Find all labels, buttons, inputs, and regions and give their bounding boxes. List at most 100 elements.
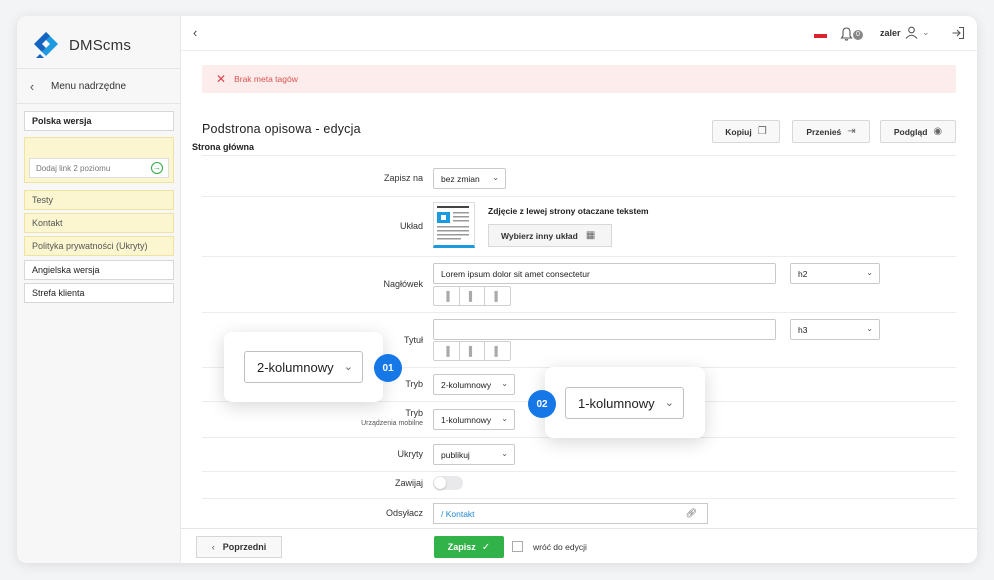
divider — [202, 155, 956, 156]
add-link-input[interactable]: Dodaj link 2 poziomu → — [29, 158, 169, 178]
check-circle-icon: ✓ — [481, 541, 491, 553]
return-to-edit-checkbox[interactable] — [512, 541, 523, 552]
mode-select[interactable]: 2-kolumnowy ⌄ — [433, 374, 515, 395]
redirect-value: / Kontakt — [441, 508, 475, 519]
save-as-value: bez zmian — [441, 173, 480, 184]
error-alert: ✕ Brak meta tagów — [202, 65, 956, 93]
layout-preview-icon — [437, 206, 469, 240]
eye-icon: ◉ — [933, 126, 943, 137]
mobile-mode-callout-value: 1-kolumnowy — [578, 395, 655, 411]
move-button-label: Przenieś — [806, 126, 842, 137]
move-button[interactable]: Przenieś ⇥ — [792, 120, 870, 143]
layout-grid-icon: ▦ — [585, 230, 596, 241]
heading-value: Lorem ipsum dolor sit amet consectetur — [441, 268, 590, 279]
sidebar-item-polska-wersja[interactable]: Polska wersja — [24, 111, 174, 131]
choose-layout-button[interactable]: Wybierz inny układ ▦ — [488, 224, 612, 247]
preview-button[interactable]: Podgląd ◉ — [880, 120, 956, 143]
top-bar: ‹ 0 zaler ⌄ — [181, 16, 977, 51]
collapse-sidebar-icon[interactable]: ‹ — [193, 25, 197, 40]
user-name[interactable]: zaler — [880, 28, 901, 38]
divider — [202, 312, 956, 313]
step-badge-02: 02 — [528, 390, 556, 418]
heading-tag-value: h2 — [798, 268, 808, 279]
add-link-placeholder: Dodaj link 2 poziomu — [36, 163, 111, 173]
user-icon[interactable] — [905, 26, 918, 39]
save-button-label: Zapisz — [447, 542, 476, 552]
sidebar-header-title: Menu nadrzędne — [51, 80, 127, 92]
save-as-label: Zapisz na — [383, 173, 423, 183]
bell-icon[interactable] — [840, 27, 853, 41]
logout-icon[interactable] — [951, 26, 965, 40]
brand-logo[interactable]: DMScms — [31, 30, 131, 60]
dmscms-logo-icon — [34, 32, 58, 58]
mobile-mode-label: Tryb Urządzenia mobilne — [201, 408, 423, 427]
redirect-input[interactable]: / Kontakt 🔗︎ — [433, 503, 708, 524]
chevron-down-icon: ⌄ — [664, 397, 674, 409]
chevron-down-icon: ⌄ — [343, 361, 353, 373]
alert-text: Brak meta tagów — [234, 74, 298, 84]
align-right-icon[interactable]: ▌ — [485, 342, 510, 360]
redirect-label: Odsyłacz — [385, 508, 423, 518]
save-button[interactable]: Zapisz ✓ — [434, 536, 504, 558]
chevron-down-icon: ⌄ — [501, 449, 508, 458]
hidden-label: Ukryty — [397, 449, 424, 459]
save-as-select[interactable]: bez zmian ⌄ — [433, 168, 506, 189]
arrow-right-circle-icon[interactable]: → — [151, 162, 163, 174]
main-content: ✕ Brak meta tagów Podstrona opisowa - ed… — [181, 52, 977, 528]
layout-thumbnail — [433, 202, 475, 248]
choose-layout-label: Wybierz inny układ — [501, 230, 578, 241]
layout-title: Zdjęcie z lewej strony otaczane tekstem — [488, 206, 649, 216]
bottom-bar: ‹ Poprzedni Zapisz ✓ wróć do edycji — [181, 528, 977, 563]
heading-tag-select[interactable]: h2 ⌄ — [790, 263, 880, 284]
mode-callout-select[interactable]: 2-kolumnowy ⌄ — [244, 351, 363, 383]
chevron-down-icon[interactable]: ⌄ — [922, 27, 930, 38]
divider — [202, 196, 956, 197]
sidebar-item-kontakt[interactable]: Kontakt — [24, 213, 174, 233]
sidebar-header: ‹ Menu nadrzędne — [17, 68, 181, 104]
align-center-icon[interactable]: ▌ — [460, 287, 486, 305]
sidebar-item-polityka[interactable]: Polityka prywatności (Ukryty) — [24, 236, 174, 256]
sidebar-item-strefa-klienta[interactable]: Strefa klienta — [24, 283, 174, 303]
page-title: Podstrona opisowa - edycja — [202, 122, 361, 136]
close-x-icon: ✕ — [216, 72, 227, 86]
title-input[interactable] — [433, 319, 776, 340]
mode-callout: 2-kolumnowy ⌄ — [224, 332, 383, 402]
chevron-down-icon: ⌄ — [866, 324, 873, 333]
mobile-mode-callout-select[interactable]: 1-kolumnowy ⌄ — [565, 387, 684, 419]
align-center-icon[interactable]: ▌ — [460, 342, 486, 360]
notification-count-badge: 0 — [853, 30, 863, 40]
sidebar-item-testy[interactable]: Testy — [24, 190, 174, 210]
mobile-mode-select[interactable]: 1-kolumnowy ⌄ — [433, 409, 515, 430]
copy-button[interactable]: Kopiuj ❐ — [712, 120, 780, 143]
preview-button-label: Podgląd — [893, 126, 928, 137]
language-flag-icon[interactable] — [814, 30, 827, 38]
hidden-select[interactable]: publikuj ⌄ — [433, 444, 515, 465]
hang-label: Zawijaj — [394, 478, 423, 488]
return-to-edit-label: wróć do edycji — [533, 542, 587, 552]
chevron-down-icon: ⌄ — [501, 379, 508, 388]
move-icon: ⇥ — [847, 126, 856, 137]
hang-toggle[interactable] — [433, 476, 463, 490]
back-arrow-icon[interactable]: ‹ — [17, 79, 47, 94]
heading-align-group: ▐ ▌ ▌ — [433, 286, 511, 306]
step-badge-01: 01 — [374, 354, 402, 382]
heading-input[interactable]: Lorem ipsum dolor sit amet consectetur — [433, 263, 776, 284]
title-tag-select[interactable]: h3 ⌄ — [790, 319, 880, 340]
sidebar-item-angielska-wersja[interactable]: Angielska wersja — [24, 260, 174, 280]
previous-button-label: Poprzedni — [222, 542, 267, 552]
align-left-icon[interactable]: ▐ — [434, 287, 460, 305]
brand-name: DMScms — [69, 36, 132, 54]
align-left-icon[interactable]: ▐ — [434, 342, 460, 360]
mobile-mode-label-text: Tryb — [405, 408, 423, 418]
chevron-left-icon: ‹ — [211, 542, 215, 552]
title-tag-value: h3 — [798, 324, 808, 335]
copy-button-label: Kopiuj — [725, 126, 752, 137]
chevron-down-icon: ⌄ — [492, 173, 499, 182]
link-icon[interactable]: 🔗︎ — [686, 508, 697, 519]
align-right-icon[interactable]: ▌ — [485, 287, 510, 305]
chevron-down-icon: ⌄ — [501, 414, 508, 423]
previous-button[interactable]: ‹ Poprzedni — [196, 536, 282, 558]
mobile-mode-sublabel: Urządzenia mobilne — [361, 420, 423, 427]
app-window: DMScms ‹ Menu nadrzędne Polska wersja St… — [17, 16, 977, 563]
sidebar-item-strona-glowna[interactable]: Strona główna Dodaj link 2 poziomu → — [24, 137, 254, 183]
